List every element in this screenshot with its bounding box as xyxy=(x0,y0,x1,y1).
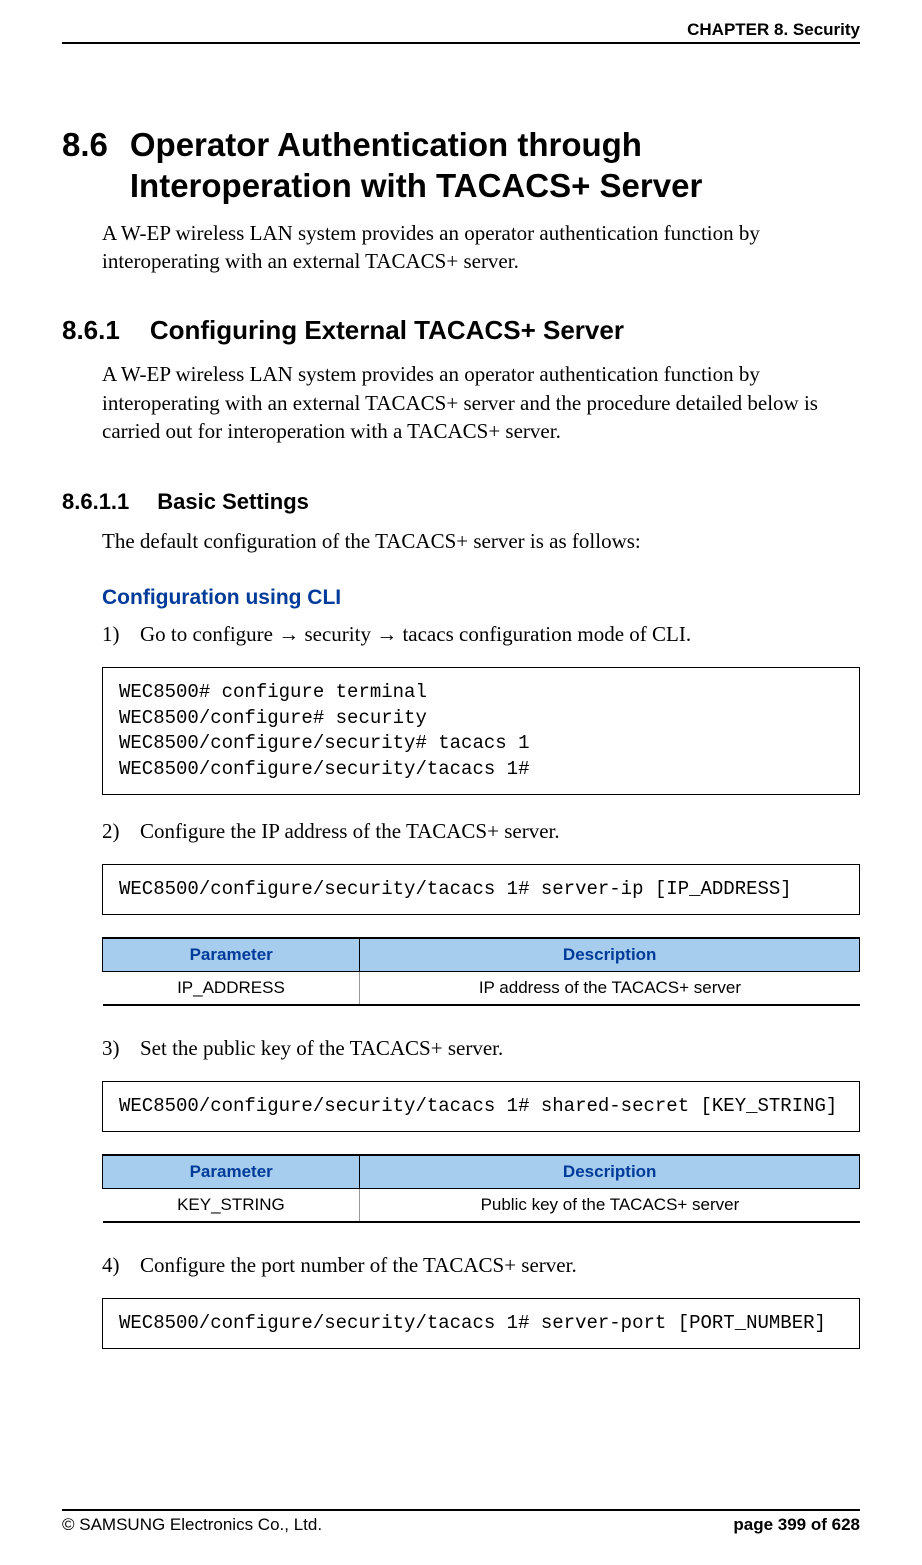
col-description: Description xyxy=(360,938,860,972)
code-block-1: WEC8500# configure terminal WEC8500/conf… xyxy=(102,667,860,796)
arrow-right-icon: → xyxy=(376,623,397,646)
table-header-row: Parameter Description xyxy=(103,938,860,972)
code-block-4: WEC8500/configure/security/tacacs 1# ser… xyxy=(102,1298,860,1350)
code-block-3: WEC8500/configure/security/tacacs 1# sha… xyxy=(102,1081,860,1133)
step-number: 4) xyxy=(102,1251,140,1279)
parameter-table-1: Parameter Description IP_ADDRESS IP addr… xyxy=(102,937,860,1006)
step-text: Configure the port number of the TACACS+… xyxy=(140,1251,860,1279)
step-3: 3) Set the public key of the TACACS+ ser… xyxy=(62,1034,860,1062)
section-title-text: Operator Authentication through Interope… xyxy=(130,124,860,207)
table-row: IP_ADDRESS IP address of the TACACS+ ser… xyxy=(103,972,860,1006)
subsection-intro: A W-EP wireless LAN system provides an o… xyxy=(62,360,860,445)
step1-text-c: tacacs configuration mode of CLI. xyxy=(397,622,691,646)
section-intro: A W-EP wireless LAN system provides an o… xyxy=(62,219,860,276)
cell-desc: Public key of the TACACS+ server xyxy=(360,1189,860,1223)
page-content: 8.6 Operator Authentication through Inte… xyxy=(62,44,860,1461)
chapter-label: CHAPTER 8. Security xyxy=(687,20,860,39)
step1-text-b: security xyxy=(299,622,376,646)
subsubsection-heading: 8.6.1.1 Basic Settings xyxy=(62,489,860,515)
step-text: Go to configure → security → tacacs conf… xyxy=(140,620,860,649)
subsection-title-text: Configuring External TACACS+ Server xyxy=(150,315,624,346)
subsection-heading: 8.6.1 Configuring External TACACS+ Serve… xyxy=(62,315,860,346)
arrow-right-icon: → xyxy=(278,623,299,646)
step-2: 2) Configure the IP address of the TACAC… xyxy=(62,817,860,845)
subsection-number: 8.6.1 xyxy=(62,315,150,346)
cell-param: KEY_STRING xyxy=(103,1189,360,1223)
step-text: Set the public key of the TACACS+ server… xyxy=(140,1034,860,1062)
step-number: 1) xyxy=(102,620,140,649)
table-row: KEY_STRING Public key of the TACACS+ ser… xyxy=(103,1189,860,1223)
col-parameter: Parameter xyxy=(103,938,360,972)
footer-page-number: page 399 of 628 xyxy=(733,1515,860,1535)
step-1: 1) Go to configure → security → tacacs c… xyxy=(62,620,860,649)
page-container: CHAPTER 8. Security 8.6 Operator Authent… xyxy=(0,0,922,1565)
table-header-row: Parameter Description xyxy=(103,1155,860,1189)
step-number: 3) xyxy=(102,1034,140,1062)
code-block-2: WEC8500/configure/security/tacacs 1# ser… xyxy=(102,864,860,916)
page-footer: © SAMSUNG Electronics Co., Ltd. page 399… xyxy=(62,1509,860,1535)
col-description: Description xyxy=(360,1155,860,1189)
section-number: 8.6 xyxy=(62,124,130,165)
step-text: Configure the IP address of the TACACS+ … xyxy=(140,817,860,845)
cell-param: IP_ADDRESS xyxy=(103,972,360,1006)
page-header: CHAPTER 8. Security xyxy=(62,20,860,44)
cell-desc: IP address of the TACACS+ server xyxy=(360,972,860,1006)
col-parameter: Parameter xyxy=(103,1155,360,1189)
step1-text-a: Go to configure xyxy=(140,622,278,646)
footer-copyright: © SAMSUNG Electronics Co., Ltd. xyxy=(62,1515,322,1535)
config-using-cli-heading: Configuration using CLI xyxy=(62,586,860,610)
subsubsection-number: 8.6.1.1 xyxy=(62,489,157,515)
parameter-table-2: Parameter Description KEY_STRING Public … xyxy=(102,1154,860,1223)
section-heading: 8.6 Operator Authentication through Inte… xyxy=(62,124,860,207)
step-number: 2) xyxy=(102,817,140,845)
subsubsection-title-text: Basic Settings xyxy=(157,489,309,515)
step-4: 4) Configure the port number of the TACA… xyxy=(62,1251,860,1279)
subsubsection-intro: The default configuration of the TACACS+… xyxy=(62,527,860,555)
